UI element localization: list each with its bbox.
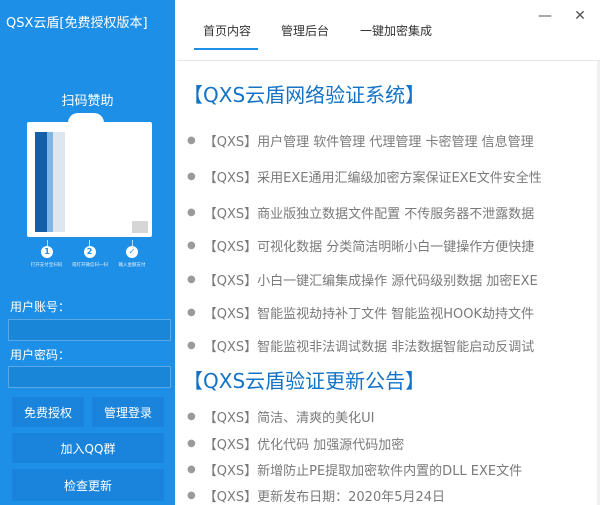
bullet-icon: ● (187, 171, 196, 182)
account-label: 用户账号： (10, 300, 71, 314)
pay-step-1: 1 打开支付宝扫码 (27, 240, 67, 280)
free-auth-button[interactable]: 免费授权 (12, 397, 84, 427)
password-input[interactable] (8, 366, 171, 388)
list-item-text: 【QXS】简洁、清爽的美化UI (203, 411, 375, 426)
join-qq-group-button[interactable]: 加入QQ群 (12, 433, 164, 463)
admin-login-button[interactable]: 管理登录 (92, 397, 164, 427)
tab-home[interactable]: 首页内容 (203, 22, 251, 39)
pay-step-3: ✓ 输入金额支付 (112, 240, 152, 280)
tab-one-click-encrypt[interactable]: 一键加密集成 (360, 22, 432, 39)
check-update-button[interactable]: 检查更新 (12, 469, 164, 501)
list-item: ● 【QXS】优化代码 加强源代码加密 (187, 434, 600, 453)
check-icon: ✓ (126, 246, 138, 258)
bullet-icon: ● (187, 135, 196, 146)
close-icon[interactable]: ✕ (572, 8, 588, 24)
list-item-text: 【QXS】商业版独立数据文件配置 不传服务器不泄露数据 (203, 207, 535, 222)
app-title: QSX云盾[免费授权版本] (6, 16, 148, 31)
step-1-icon: 1 (41, 246, 53, 258)
list-item: ● 【QXS】更新发布日期：2020年5月24日 (187, 486, 600, 505)
list-item-text: 【QXS】采用EXE通用汇编级加密方案保证EXE文件安全性 (203, 171, 542, 186)
list-item-text: 【QXS】智能监视劫持补丁文件 智能监视HOOK劫持文件 (203, 307, 535, 322)
qr-code-image (27, 122, 152, 237)
list-item: ● 【QXS】采用EXE通用汇编级加密方案保证EXE文件安全性 (187, 167, 600, 186)
qr-band-pale (53, 132, 65, 232)
system-section-title: 【QXS云盾网络验证系统】 (183, 83, 426, 107)
step-2-icon: 2 (83, 246, 96, 258)
tab-admin[interactable]: 管理后台 (281, 22, 329, 39)
list-item-text: 【QXS】可视化数据 分类简洁明晰小白一键操作方便快捷 (203, 240, 535, 255)
bullet-icon: ● (187, 411, 196, 422)
list-item: ● 【QXS】小白一键汇编集成操作 源代码级别数据 加密EXE (187, 270, 600, 289)
list-item-text: 【QXS】新增防止PE提取加密软件内置的DLL EXE文件 (203, 464, 523, 479)
bullet-icon: ● (187, 240, 196, 251)
home-content: 【QXS云盾网络验证系统】 ● 【QXS】用户管理 软件管理 代理管理 卡密管理… (177, 60, 600, 505)
step-3-caption: 输入金额支付 (118, 262, 146, 268)
pay-step-2: 2 或打开微信扫一扫 (70, 240, 110, 280)
bullet-icon: ● (187, 464, 196, 475)
tab-bar: 首页内容 管理后台 一键加密集成 — ✕ (175, 0, 600, 56)
list-item: ● 【QXS】商业版独立数据文件配置 不传服务器不泄露数据 (187, 203, 600, 222)
list-item: ● 【QXS】新增防止PE提取加密软件内置的DLL EXE文件 (187, 460, 600, 479)
list-item-text: 【QXS】更新发布日期：2020年5月24日 (203, 490, 446, 505)
payment-steps: 1 打开支付宝扫码 2 或打开微信扫一扫 ✓ 输入金额支付 (27, 240, 152, 280)
bullet-icon: ● (187, 340, 196, 351)
left-panel: QSX云盾[免费授权版本] 扫码赞助 1 打开支付宝扫码 2 或打开微信扫一扫 … (0, 0, 175, 505)
list-item: ● 【QXS】可视化数据 分类简洁明晰小白一键操作方便快捷 (187, 236, 600, 255)
qr-corner (132, 221, 148, 233)
list-item-text: 【QXS】用户管理 软件管理 代理管理 卡密管理 信息管理 (203, 135, 534, 150)
bullet-icon: ● (187, 207, 196, 218)
qr-band-dark (35, 132, 47, 232)
bullet-icon: ● (187, 274, 196, 285)
list-item-text: 【QXS】智能监视非法调试数据 非法数据智能启动反调试 (203, 340, 535, 355)
step-1-caption: 打开支付宝扫码 (31, 262, 63, 268)
minimize-icon[interactable]: — (537, 8, 553, 24)
right-panel: 首页内容 管理后台 一键加密集成 — ✕ 【QXS云盾网络验证系统】 ● 【QX… (175, 0, 600, 505)
list-item: ● 【QXS】智能监视非法调试数据 非法数据智能启动反调试 (187, 336, 600, 355)
list-item: ● 【QXS】智能监视劫持补丁文件 智能监视HOOK劫持文件 (187, 303, 600, 322)
list-item: ● 【QXS】简洁、清爽的美化UI (187, 407, 600, 426)
update-section-title: 【QXS云盾验证更新公告】 (183, 369, 426, 393)
scan-sponsor-label: 扫码赞助 (61, 94, 114, 109)
password-label: 用户密码： (10, 348, 71, 362)
bullet-icon: ● (187, 307, 196, 318)
bullet-icon: ● (187, 438, 196, 449)
step-2-caption: 或打开微信扫一扫 (71, 262, 108, 268)
active-tab-indicator (194, 48, 258, 50)
bullet-icon: ● (187, 490, 196, 501)
list-item-text: 【QXS】小白一键汇编集成操作 源代码级别数据 加密EXE (203, 274, 538, 289)
list-item: ● 【QXS】用户管理 软件管理 代理管理 卡密管理 信息管理 (187, 131, 600, 150)
list-item-text: 【QXS】优化代码 加强源代码加密 (203, 438, 405, 453)
account-input[interactable] (8, 319, 171, 341)
